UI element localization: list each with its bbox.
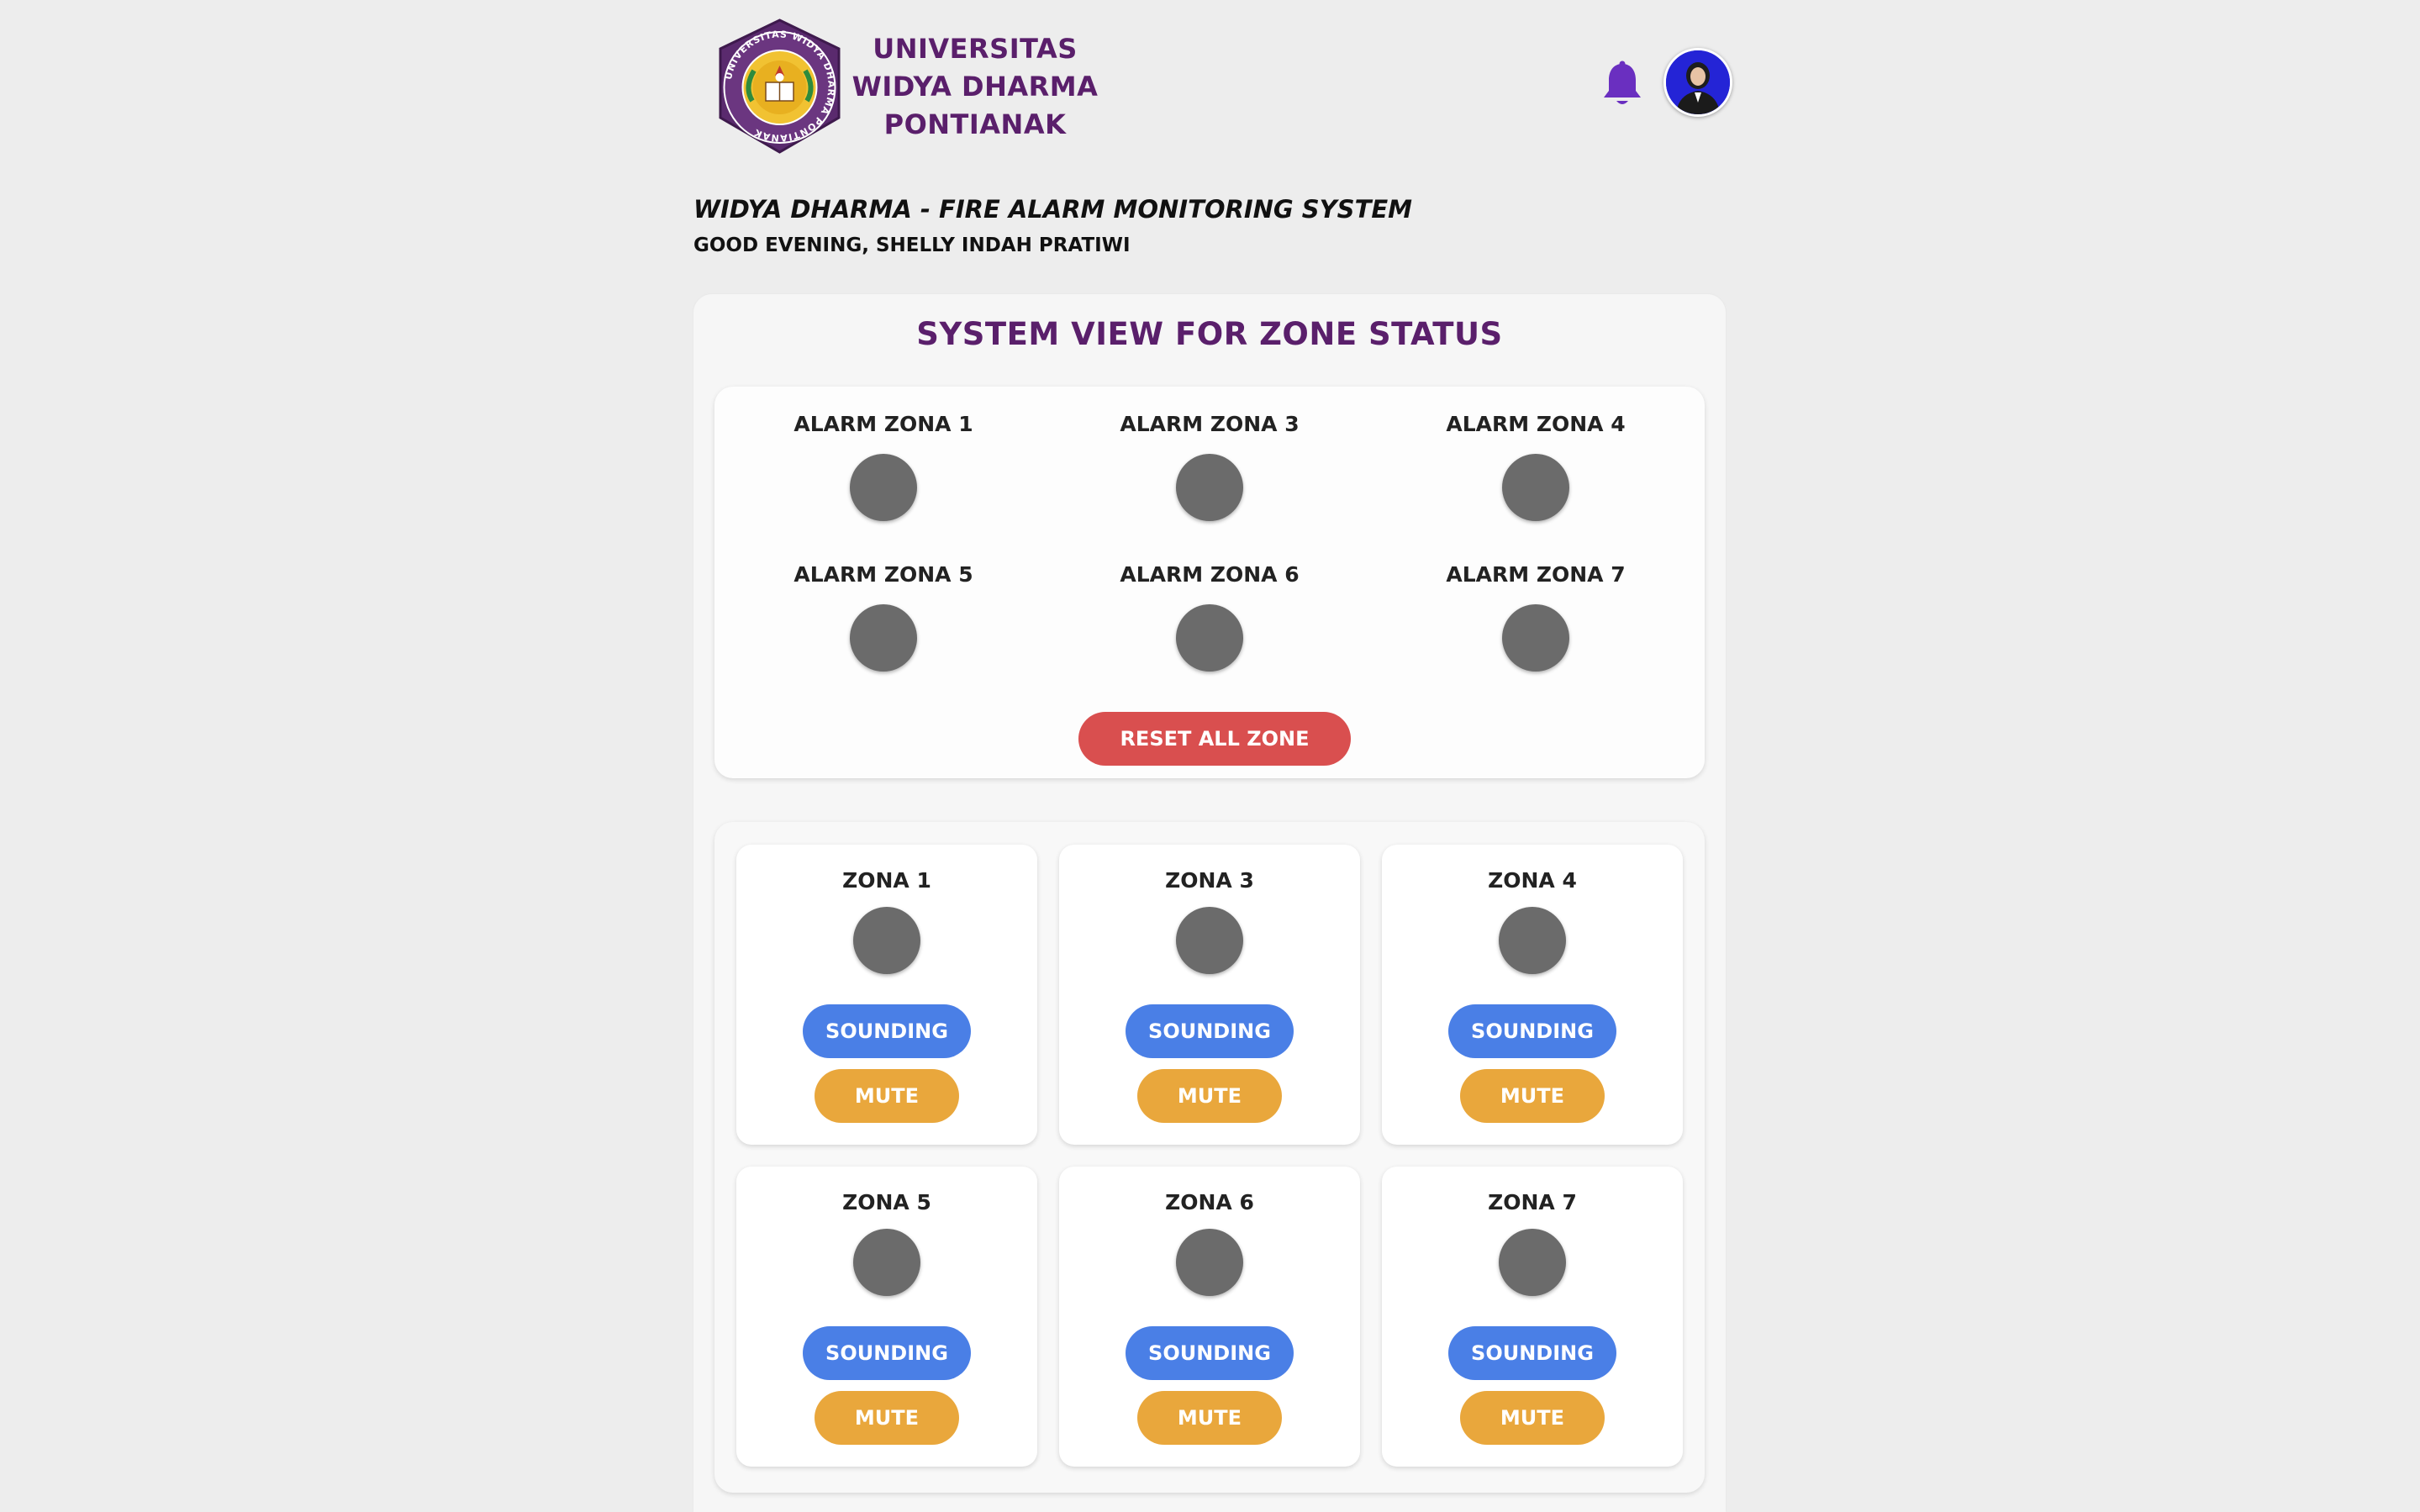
zone-indicator (1499, 907, 1566, 974)
zone-label: ZONA 1 (842, 868, 931, 893)
alarm-label: ALARM ZONA 3 (1120, 412, 1300, 436)
zone-indicator (1176, 1229, 1243, 1296)
sounding-button[interactable]: SOUNDING (1448, 1326, 1616, 1380)
sounding-button[interactable]: SOUNDING (1126, 1004, 1294, 1058)
zone-card: ZONA 6 SOUNDING MUTE (1059, 1167, 1360, 1467)
zone-indicator (853, 907, 920, 974)
zone-card: ZONA 1 SOUNDING MUTE (736, 845, 1037, 1145)
zone-label: ZONA 6 (1165, 1190, 1254, 1214)
alarm-item: ALARM ZONA 4 (1373, 410, 1699, 561)
reset-all-zone-button[interactable]: RESET ALL ZONE (1078, 712, 1351, 766)
mute-button[interactable]: MUTE (1460, 1391, 1605, 1445)
zone-indicator (1499, 1229, 1566, 1296)
zone-label: ZONA 7 (1488, 1190, 1577, 1214)
mute-button[interactable]: MUTE (815, 1391, 959, 1445)
zone-controls-card: ZONA 1 SOUNDING MUTE ZONA 3 SOUNDING MUT… (714, 822, 1705, 1493)
university-name: UNIVERSITAS WIDYA DHARMA PONTIANAK (851, 33, 1099, 140)
greeting-text: GOOD EVENING, SHELLY INDAH PRATIWI (693, 234, 1131, 256)
alarm-indicator (1502, 454, 1569, 521)
zone-card: ZONA 5 SOUNDING MUTE (736, 1167, 1037, 1467)
alarm-indicator (850, 454, 917, 521)
zone-card: ZONA 3 SOUNDING MUTE (1059, 845, 1360, 1145)
zone-indicator (1176, 907, 1243, 974)
panel-title: SYSTEM VIEW FOR ZONE STATUS (916, 316, 1503, 352)
alarm-item: ALARM ZONA 5 (720, 561, 1047, 711)
sounding-button[interactable]: SOUNDING (1448, 1004, 1616, 1058)
zone-status-panel: SYSTEM VIEW FOR ZONE STATUS ALARM ZONA 1… (693, 294, 1726, 1512)
zone-label: ZONA 4 (1488, 868, 1577, 893)
alarm-label: ALARM ZONA 7 (1446, 562, 1626, 587)
alarm-indicator (1176, 454, 1243, 521)
sounding-button[interactable]: SOUNDING (1126, 1326, 1294, 1380)
zone-card: ZONA 7 SOUNDING MUTE (1382, 1167, 1683, 1467)
zone-card: ZONA 4 SOUNDING MUTE (1382, 845, 1683, 1145)
alarm-item: ALARM ZONA 6 (1047, 561, 1373, 711)
alarm-status-card: ALARM ZONA 1 ALARM ZONA 3 ALARM ZONA 4 A… (714, 387, 1705, 778)
zones-grid: ZONA 1 SOUNDING MUTE ZONA 3 SOUNDING MUT… (736, 845, 1683, 1467)
zone-label: ZONA 5 (842, 1190, 931, 1214)
alarm-item: ALARM ZONA 3 (1047, 410, 1373, 561)
sounding-button[interactable]: SOUNDING (803, 1004, 971, 1058)
system-title: WIDYA DHARMA - FIRE ALARM MONITORING SYS… (693, 195, 1413, 224)
page: UNIVERSITAS WIDYA DHARMA PONTIANAK UNIVE… (693, 0, 1732, 1512)
bell-icon[interactable] (1601, 61, 1643, 109)
zone-indicator (853, 1229, 920, 1296)
alarm-item: ALARM ZONA 1 (720, 410, 1047, 561)
mute-button[interactable]: MUTE (815, 1069, 959, 1123)
alarm-grid: ALARM ZONA 1 ALARM ZONA 3 ALARM ZONA 4 A… (714, 387, 1705, 711)
alarm-indicator (1502, 604, 1569, 672)
alarm-label: ALARM ZONA 1 (793, 412, 973, 436)
alarm-indicator (1176, 604, 1243, 672)
alarm-label: ALARM ZONA 4 (1446, 412, 1626, 436)
mute-button[interactable]: MUTE (1137, 1069, 1282, 1123)
mute-button[interactable]: MUTE (1460, 1069, 1605, 1123)
sounding-button[interactable]: SOUNDING (803, 1326, 971, 1380)
alarm-label: ALARM ZONA 6 (1120, 562, 1300, 587)
alarm-item: ALARM ZONA 7 (1373, 561, 1699, 711)
user-avatar[interactable] (1663, 48, 1732, 117)
mute-button[interactable]: MUTE (1137, 1391, 1282, 1445)
university-logo: UNIVERSITAS WIDYA DHARMA PONTIANAK (710, 17, 849, 155)
alarm-label: ALARM ZONA 5 (793, 562, 973, 587)
alarm-indicator (850, 604, 917, 672)
zone-label: ZONA 3 (1165, 868, 1254, 893)
